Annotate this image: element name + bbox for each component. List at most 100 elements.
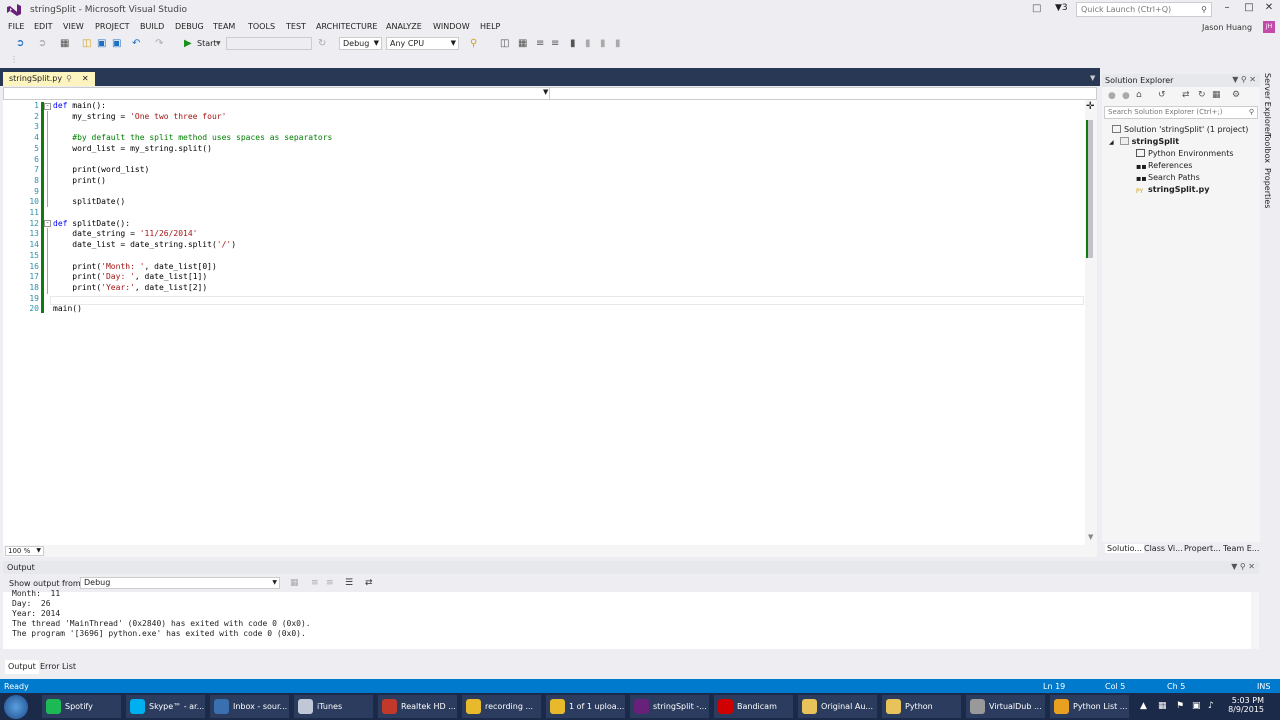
taskbar-item[interactable]: Spotify: [42, 695, 121, 718]
solution-node[interactable]: Solution 'stringSplit' (1 project): [1112, 125, 1248, 134]
volume-icon[interactable]: ♪: [1208, 701, 1214, 711]
code-line[interactable]: print('Month: ', date_list[0]): [53, 262, 217, 271]
taskbar-item[interactable]: Inbox - sour...: [210, 695, 289, 718]
code-line[interactable]: #by default the split method uses spaces…: [53, 133, 332, 142]
project-node[interactable]: ◢ stringSplit: [1109, 137, 1179, 146]
debug-location-icon[interactable]: ▦: [518, 38, 527, 49]
menu-architecture[interactable]: ARCHITECTURE: [316, 22, 377, 31]
menu-tools[interactable]: TOOLS: [248, 22, 275, 31]
taskbar-item[interactable]: recording ...: [462, 695, 541, 718]
taskbar-item[interactable]: Bandicam: [714, 695, 793, 718]
clear-bookmarks-icon[interactable]: ▮: [615, 38, 621, 49]
tab-output[interactable]: Output: [5, 660, 39, 674]
scroll-down-icon[interactable]: ▼: [1088, 533, 1093, 541]
attach-target-combo[interactable]: [226, 37, 312, 50]
network-icon[interactable]: ▦: [1158, 701, 1167, 711]
code-line[interactable]: print(word_list): [53, 165, 149, 174]
home-icon[interactable]: ⌂: [1136, 90, 1142, 100]
configuration-combo[interactable]: Debug ▼: [339, 37, 382, 50]
code-line[interactable]: date_string = '11/26/2014': [53, 229, 197, 238]
tab-error-list[interactable]: Error List: [37, 660, 79, 674]
feedback-filter-icon[interactable]: ▼3: [1055, 3, 1068, 13]
platform-combo[interactable]: Any CPU ▼: [386, 37, 459, 50]
start-debug-icon[interactable]: ▶: [184, 38, 192, 49]
code-line[interactable]: print(): [53, 176, 106, 185]
menu-window[interactable]: WINDOW: [433, 22, 470, 31]
properties-icon[interactable]: ⚙: [1232, 90, 1240, 100]
code-line[interactable]: my_string = 'One two three four': [53, 112, 226, 121]
menu-analyze[interactable]: ANALYZE: [386, 22, 422, 31]
notifications-icon[interactable]: □: [1032, 3, 1041, 14]
clear-all-icon[interactable]: ☰: [345, 578, 353, 588]
new-project-icon[interactable]: ▦: [60, 38, 69, 49]
code-line[interactable]: splitDate(): [53, 197, 125, 206]
refresh-icon[interactable]: ↻: [1198, 90, 1206, 100]
save-icon[interactable]: ▣: [97, 38, 106, 49]
undo-icon[interactable]: ↶: [132, 38, 140, 49]
back-icon[interactable]: ➲: [16, 38, 24, 49]
solution-search-input[interactable]: Search Solution Explorer (Ctrl+;) ⚲: [1104, 106, 1258, 119]
taskbar-item[interactable]: Skype™ - ar...: [126, 695, 205, 718]
start-button[interactable]: [4, 695, 28, 719]
solution-config-icon[interactable]: ◫: [500, 38, 509, 49]
horizontal-scrollbar[interactable]: [3, 545, 1097, 557]
navigation-bar[interactable]: [3, 87, 1097, 100]
start-button[interactable]: Start: [197, 39, 217, 48]
close-button[interactable]: ✕: [1262, 2, 1276, 13]
collapse-all-icon[interactable]: ▦: [1212, 90, 1221, 100]
tab-dropdown-icon[interactable]: ▼: [1090, 74, 1095, 82]
scrollbar-thumb[interactable]: [1088, 120, 1093, 258]
start-dropdown-icon[interactable]: ▼: [216, 40, 221, 47]
tab-class-view[interactable]: Class Vi...: [1144, 544, 1183, 553]
forward-icon[interactable]: ➲: [38, 38, 46, 49]
tree-item-stringsplit-py[interactable]: PY stringSplit.py: [1136, 185, 1209, 196]
tab-team-explorer[interactable]: Team E...: [1223, 544, 1259, 553]
code-line[interactable]: main(): [53, 304, 82, 313]
output-scrollbar[interactable]: [1251, 592, 1259, 649]
bookmark-icon[interactable]: ▮: [570, 38, 576, 49]
find-message-icon[interactable]: ▦: [290, 578, 299, 588]
prev-bookmark-icon[interactable]: ▮: [585, 38, 591, 49]
code-editor[interactable]: [3, 100, 1097, 545]
collapse-icon[interactable]: -: [44, 103, 51, 110]
tree-item-search-paths[interactable]: ▪▪Search Paths: [1136, 173, 1200, 183]
taskbar-item[interactable]: iTunes: [294, 695, 373, 718]
display-icon[interactable]: ▣: [1192, 701, 1201, 711]
taskbar-item[interactable]: stringSplit -...: [630, 695, 709, 718]
code-line[interactable]: def main():: [53, 101, 106, 110]
menu-view[interactable]: VIEW: [63, 22, 84, 31]
tab-solution-explorer[interactable]: Solutio...: [1105, 544, 1145, 553]
menu-team[interactable]: TEAM: [213, 22, 235, 31]
menu-debug[interactable]: DEBUG: [175, 22, 204, 31]
tray-expand-icon[interactable]: ▲: [1140, 701, 1147, 711]
taskbar-item[interactable]: 1 of 1 uploa...: [546, 695, 625, 718]
next-bookmark-icon[interactable]: ▮: [600, 38, 606, 49]
maximize-button[interactable]: □: [1242, 2, 1256, 13]
indent-icon[interactable]: ≡: [536, 38, 544, 49]
menu-test[interactable]: TEST: [286, 22, 306, 31]
chevron-down-icon[interactable]: ▼: [543, 88, 548, 96]
quick-launch-input[interactable]: Quick Launch (Ctrl+Q) ⚲: [1076, 2, 1212, 17]
expand-arrow-icon[interactable]: ◢: [1109, 139, 1114, 146]
menu-help[interactable]: HELP: [480, 22, 500, 31]
output-source-combo[interactable]: Debug ▼: [80, 577, 280, 589]
word-wrap-icon[interactable]: ⇄: [365, 578, 373, 588]
taskbar-item[interactable]: Original Au...: [798, 695, 877, 718]
taskbar-item[interactable]: Realtek HD ...: [378, 695, 457, 718]
taskbar-item[interactable]: Python: [882, 695, 961, 718]
menu-project[interactable]: PROJECT: [95, 22, 130, 31]
pin-icon[interactable]: ⚲: [66, 74, 72, 83]
taskbar-item[interactable]: Python List ...: [1050, 695, 1129, 718]
menu-edit[interactable]: EDIT: [34, 22, 52, 31]
collapse-icon[interactable]: -: [44, 220, 51, 227]
forward-icon[interactable]: ●: [1122, 91, 1130, 101]
side-tab-server-explorer[interactable]: Server Explorer: [1263, 73, 1272, 135]
next-message-icon[interactable]: ≡: [326, 578, 334, 588]
minimize-button[interactable]: –: [1220, 2, 1234, 13]
prev-message-icon[interactable]: ≡: [311, 578, 319, 588]
window-controls-icon[interactable]: ▼ ⚲ ✕: [1231, 562, 1255, 571]
menu-file[interactable]: FILE: [8, 22, 24, 31]
code-line[interactable]: print('Year:', date_list[2]): [53, 283, 207, 292]
system-clock[interactable]: 5:03 PM 8/9/2015: [1222, 696, 1264, 714]
code-line[interactable]: print('Day: ', date_list[1]): [53, 272, 207, 281]
